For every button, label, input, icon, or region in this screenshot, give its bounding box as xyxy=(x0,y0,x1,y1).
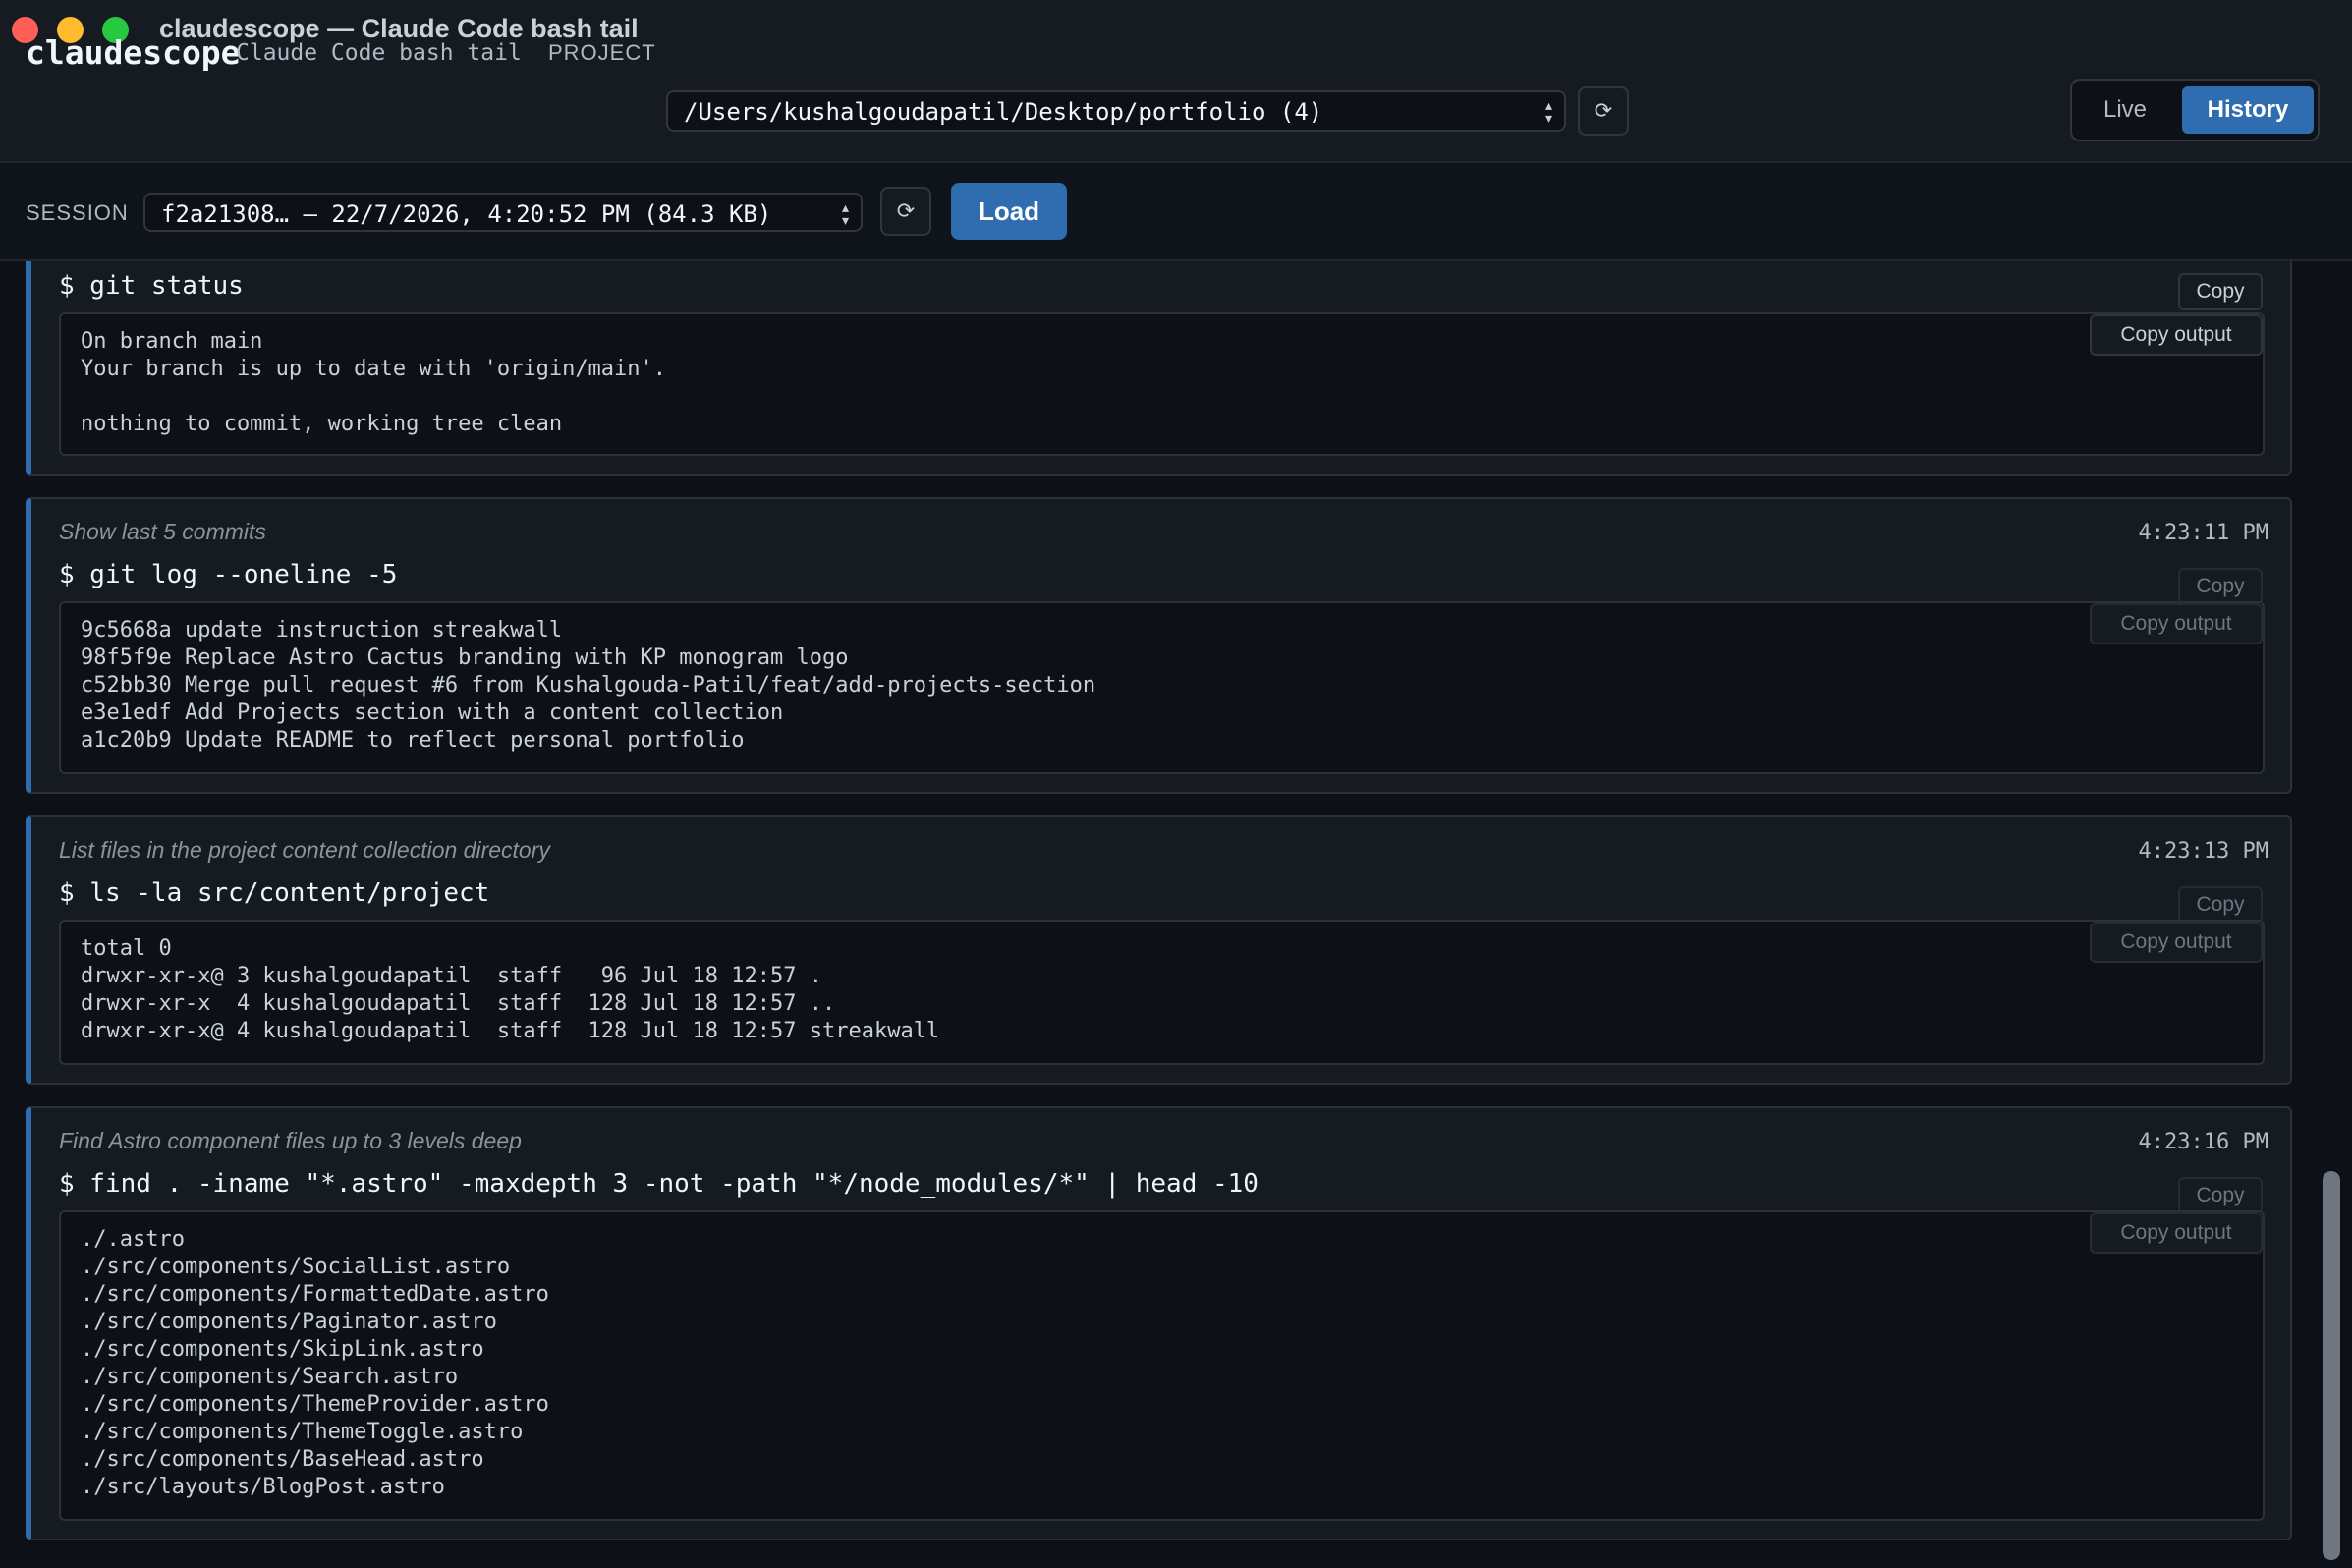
copy-command-button[interactable]: Copy xyxy=(2178,1177,2263,1214)
copy-command-button[interactable]: Copy xyxy=(2178,568,2263,605)
command-entry: List files in the project content collec… xyxy=(26,815,2292,1085)
scrollbar-thumb[interactable] xyxy=(2323,1171,2340,1560)
command-description: Show last 5 commits xyxy=(59,519,266,544)
project-label: PROJECT xyxy=(548,40,656,65)
app-brand: claudescope xyxy=(26,33,241,72)
session-select[interactable]: f2a21308… — 22/7/2026, 4:20:52 PM (84.3 … xyxy=(143,193,863,232)
command-output: ./.astro ./src/components/SocialList.ast… xyxy=(81,1227,549,1499)
project-refresh-button[interactable]: ⟳ xyxy=(1578,86,1629,136)
app-subtitle: Claude Code bash tail xyxy=(236,40,522,66)
history-list: $ git status Copy On branch main Your br… xyxy=(0,261,2352,1568)
command-timestamp: 4:23:11 PM xyxy=(2138,521,2268,545)
command-output: 9c5668a update instruction streakwall 98… xyxy=(81,618,1096,753)
command-description: List files in the project content collec… xyxy=(59,837,550,863)
output-box: ./.astro ./src/components/SocialList.ast… xyxy=(59,1210,2265,1521)
command-description: Find Astro component files up to 3 level… xyxy=(59,1128,522,1153)
copy-output-button[interactable]: Copy output xyxy=(2090,922,2263,963)
command-text: $ git status xyxy=(59,271,244,301)
chevron-updown-icon: ▴ ▾ xyxy=(840,197,851,231)
project-select[interactable]: /Users/kushalgoudapatil/Desktop/portfoli… xyxy=(666,90,1566,132)
project-select-value: /Users/kushalgoudapatil/Desktop/portfoli… xyxy=(684,98,1323,126)
tab-live[interactable]: Live xyxy=(2076,86,2174,134)
output-box: 9c5668a update instruction streakwall 98… xyxy=(59,601,2265,774)
copy-command-button[interactable]: Copy xyxy=(2178,886,2263,924)
command-timestamp: 4:23:13 PM xyxy=(2138,839,2268,864)
session-label: SESSION xyxy=(26,200,129,225)
output-box: On branch main Your branch is up to date… xyxy=(59,312,2265,456)
command-timestamp: 4:23:16 PM xyxy=(2138,1130,2268,1154)
session-refresh-button[interactable]: ⟳ xyxy=(880,187,931,236)
scrollbar[interactable] xyxy=(2319,265,2344,1564)
copy-output-button[interactable]: Copy output xyxy=(2090,314,2263,356)
copy-output-button[interactable]: Copy output xyxy=(2090,603,2263,644)
session-select-value: f2a21308… — 22/7/2026, 4:20:52 PM (84.3 … xyxy=(161,200,772,228)
refresh-icon: ⟳ xyxy=(1594,98,1613,123)
mode-toggle: Live History xyxy=(2070,79,2320,141)
command-entry: Show last 5 commits 4:23:11 PM $ git log… xyxy=(26,497,2292,794)
command-entry: Find Astro component files up to 3 level… xyxy=(26,1106,2292,1540)
command-entry: $ git status Copy On branch main Your br… xyxy=(26,261,2292,476)
load-button[interactable]: Load xyxy=(951,183,1067,240)
command-text: $ find . -iname "*.astro" -maxdepth 3 -n… xyxy=(59,1169,1259,1199)
command-output: total 0 drwxr-xr-x@ 3 kushalgoudapatil s… xyxy=(81,936,940,1043)
tab-history[interactable]: History xyxy=(2182,86,2314,134)
command-text: $ ls -la src/content/project xyxy=(59,878,490,908)
refresh-icon: ⟳ xyxy=(896,198,916,223)
chevron-updown-icon: ▴ ▾ xyxy=(1543,95,1554,129)
session-bar: SESSION f2a21308… — 22/7/2026, 4:20:52 P… xyxy=(0,163,2352,261)
output-box: total 0 drwxr-xr-x@ 3 kushalgoudapatil s… xyxy=(59,920,2265,1065)
command-output: On branch main Your branch is up to date… xyxy=(81,329,667,436)
command-text: $ git log --oneline -5 xyxy=(59,560,398,589)
copy-command-button[interactable]: Copy xyxy=(2178,273,2263,310)
copy-output-button[interactable]: Copy output xyxy=(2090,1212,2263,1254)
